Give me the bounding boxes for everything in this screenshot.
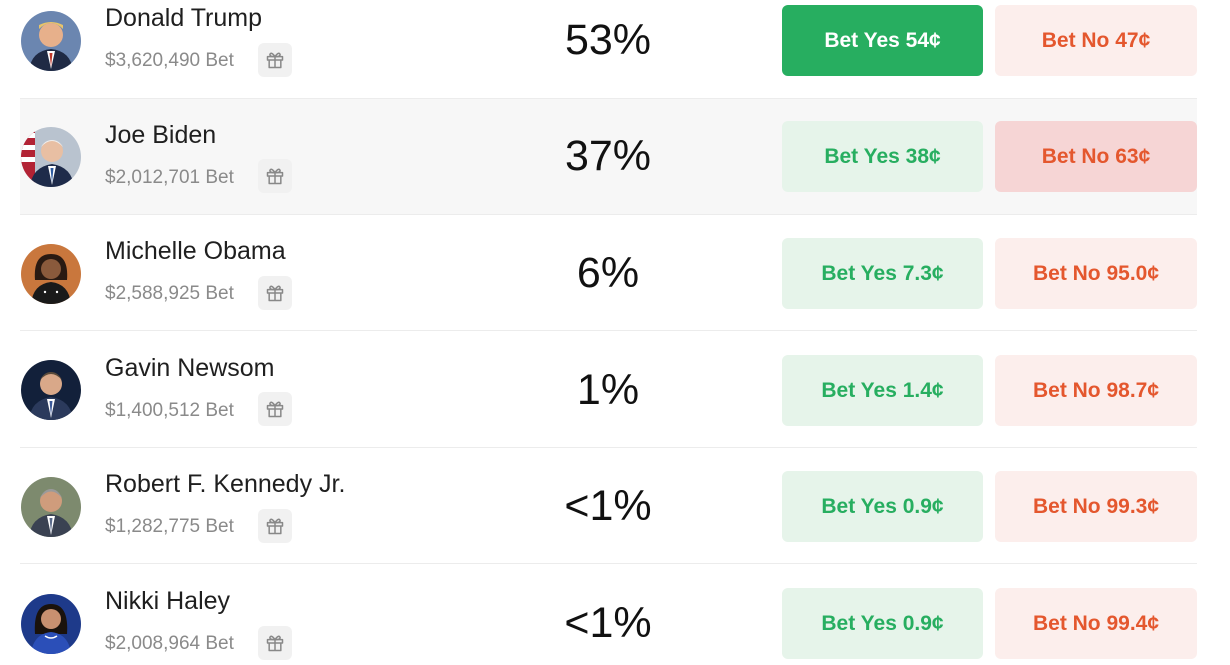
gift-icon [266,401,284,418]
gift-button[interactable] [258,276,292,310]
bet-no-button[interactable]: Bet No 63¢ [995,121,1197,192]
candidate-name: Nikki Haley [105,587,231,615]
bet-no-button[interactable]: Bet No 98.7¢ [995,355,1197,426]
bet-no-button[interactable]: Bet No 99.3¢ [995,471,1197,542]
bet-volume: $2,588,925 Bet [105,283,234,304]
candidate-row-donald-trump[interactable]: Donald Trump $3,620,490 Bet 53% Bet Yes … [20,0,1197,99]
candidate-row-robert-f-kennedy-jr[interactable]: Robert F. Kennedy Jr. $1,282,775 Bet <1%… [20,448,1197,564]
bet-yes-button[interactable]: Bet Yes 0.9¢ [782,471,983,542]
chance-percent: <1% [564,599,652,647]
gift-button[interactable] [258,159,292,193]
avatar [21,11,81,71]
chance-percent: 1% [576,366,640,414]
avatar [21,477,81,537]
gift-button[interactable] [258,509,292,543]
bet-yes-button[interactable]: Bet Yes 7.3¢ [782,238,983,309]
gift-icon [266,168,284,185]
avatar [21,244,81,304]
gift-icon [266,635,284,652]
bet-no-button[interactable]: Bet No 47¢ [995,5,1197,76]
gift-button[interactable] [258,392,292,426]
bet-yes-button[interactable]: Bet Yes 38¢ [782,121,983,192]
bet-volume: $3,620,490 Bet [105,50,234,71]
candidate-market-list: Donald Trump $3,620,490 Bet 53% Bet Yes … [0,0,1230,665]
bet-yes-button[interactable]: Bet Yes 1.4¢ [782,355,983,426]
avatar [21,127,81,187]
bet-volume: $1,282,775 Bet [105,516,234,537]
candidate-row-nikki-haley[interactable]: Nikki Haley $2,008,964 Bet <1% Bet Yes 0… [20,565,1197,665]
bet-no-button[interactable]: Bet No 95.0¢ [995,238,1197,309]
chance-percent: 6% [576,249,640,297]
gift-icon [266,518,284,535]
chance-percent: <1% [564,482,652,530]
candidate-row-gavin-newsom[interactable]: Gavin Newsom $1,400,512 Bet 1% Bet Yes 1… [20,332,1197,448]
candidate-name: Robert F. Kennedy Jr. [105,470,346,498]
bet-volume: $2,012,701 Bet [105,167,234,188]
chance-percent: 37% [564,132,652,180]
candidate-name: Donald Trump [105,4,263,32]
gift-button[interactable] [258,43,292,77]
gift-icon [266,285,284,302]
avatar [21,594,81,654]
gift-icon [266,52,284,69]
candidate-name: Joe Biden [105,121,217,149]
candidate-name: Gavin Newsom [105,354,275,382]
avatar [21,360,81,420]
bet-no-button[interactable]: Bet No 99.4¢ [995,588,1197,659]
chance-percent: 53% [564,16,652,64]
bet-yes-button[interactable]: Bet Yes 0.9¢ [782,588,983,659]
candidate-row-joe-biden[interactable]: Joe Biden $2,012,701 Bet 37% Bet Yes 38¢… [20,99,1197,215]
bet-volume: $2,008,964 Bet [105,633,234,654]
candidate-name: Michelle Obama [105,237,286,265]
candidate-row-michelle-obama[interactable]: Michelle Obama $2,588,925 Bet 6% Bet Yes… [20,215,1197,331]
bet-yes-button[interactable]: Bet Yes 54¢ [782,5,983,76]
bet-volume: $1,400,512 Bet [105,400,234,421]
gift-button[interactable] [258,626,292,660]
